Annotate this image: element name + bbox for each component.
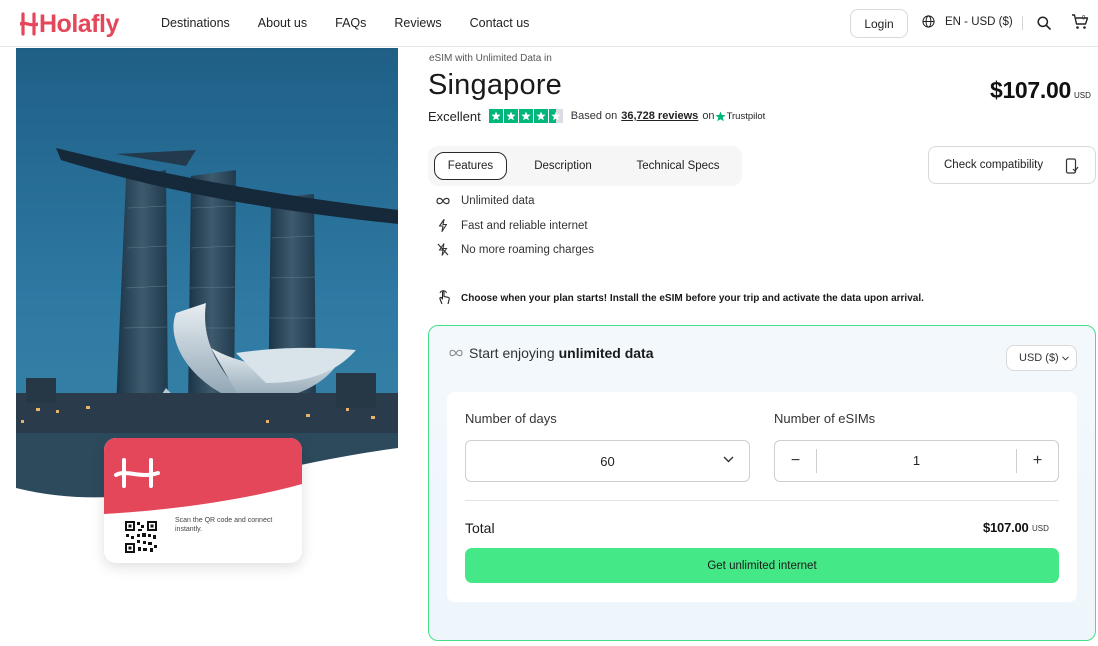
tab-description[interactable]: Description [523, 152, 603, 180]
language-label: EN - USD ($) [945, 15, 1013, 28]
globe-icon [922, 15, 935, 28]
logo-text: Holafly [39, 9, 119, 38]
lightning-icon [436, 219, 450, 232]
star-icon [518, 109, 533, 123]
nav-link-reviews[interactable]: Reviews [394, 16, 441, 30]
main-nav-links: Destinations About us FAQs Reviews Conta… [161, 16, 557, 30]
based-on-text: Based on [570, 110, 618, 122]
holafly-logo[interactable]: Holafly [20, 9, 119, 39]
reviews-count-link[interactable]: 36,728 reviews [621, 110, 698, 122]
esims-quantity-stepper: − 1 + [774, 440, 1059, 482]
trustpilot-name: Trustpilot [726, 110, 766, 122]
rating-stars [488, 109, 563, 123]
plan-heading: Start enjoying unlimited data [449, 345, 654, 361]
days-select[interactable]: 60 [465, 440, 750, 482]
feature-item: No more roaming charges [436, 243, 594, 256]
product-tabs: Features Description Technical Specs [428, 146, 742, 186]
plan-heading-prefix: Start enjoying [469, 345, 555, 361]
rating-label: Excellent [428, 108, 481, 124]
days-value: 60 [600, 453, 615, 469]
plan-heading-bold: unlimited data [558, 345, 654, 361]
nav-link-about-us[interactable]: About us [258, 16, 307, 30]
feature-label: No more roaming charges [461, 243, 594, 256]
feature-label: Fast and reliable internet [461, 219, 588, 232]
nav-link-destinations[interactable]: Destinations [161, 16, 230, 30]
holafly-h-mark-icon [20, 12, 38, 36]
qr-code-icon [124, 520, 158, 554]
feature-item: Unlimited data [436, 195, 535, 207]
decrease-esims-button[interactable]: − [775, 449, 817, 473]
plan-selector-box: Start enjoying unlimited data USD ($) Nu… [428, 325, 1096, 641]
cart-icon[interactable]: 0 [1071, 13, 1089, 31]
total-label: Total [465, 520, 495, 536]
check-compatibility-button[interactable]: Check compatibility [928, 146, 1096, 184]
product-price-unit: USD [1074, 91, 1091, 100]
esims-value: 1 [912, 453, 921, 468]
tab-features[interactable]: Features [434, 152, 507, 180]
nav-link-faqs[interactable]: FAQs [335, 16, 366, 30]
esim-card-header [104, 438, 302, 514]
star-icon [488, 109, 503, 123]
chevron-down-icon [1061, 355, 1069, 361]
check-compatibility-label: Check compatibility [944, 159, 1044, 171]
star-icon [533, 109, 548, 123]
language-currency-selector[interactable]: EN - USD ($) [922, 15, 1013, 28]
total-price-unit: USD [1032, 524, 1049, 533]
product-price: $107.00 [989, 77, 1071, 103]
plan-form: Number of days Number of eSIMs 60 − 1 + … [447, 392, 1077, 602]
increase-esims-button[interactable]: + [1016, 449, 1058, 473]
login-button[interactable]: Login [850, 9, 908, 38]
product-title: Singapore [428, 69, 563, 101]
currency-select[interactable]: USD ($) [1006, 345, 1077, 371]
feature-item: Fast and reliable internet [436, 219, 588, 232]
feature-label: Unlimited data [461, 195, 535, 207]
esim-card-graphic: Scan the QR code and connect instantly. [104, 438, 302, 563]
tab-technical-specs[interactable]: Technical Specs [624, 152, 732, 180]
nav-link-contact-us[interactable]: Contact us [470, 16, 530, 30]
half-star-icon [548, 109, 563, 123]
chevron-down-icon [723, 456, 734, 463]
trustpilot-star-icon [715, 111, 726, 121]
nav-divider [1022, 16, 1023, 30]
days-label: Number of days [465, 411, 557, 426]
top-navigation: Holafly Destinations About us FAQs Revie… [0, 0, 1098, 47]
divider [465, 500, 1059, 501]
qr-instructions-text: Scan the QR code and connect instantly. [175, 517, 273, 533]
search-icon[interactable] [1037, 16, 1051, 30]
plan-start-note: Choose when your plan starts! Install th… [436, 289, 924, 308]
trustpilot-rating: Excellent Based on 36,728 reviews on Tru… [428, 108, 766, 124]
phone-check-icon [1065, 158, 1079, 174]
get-unlimited-internet-button[interactable]: Get unlimited internet [465, 548, 1059, 583]
total-price: $107.00 [983, 520, 1029, 535]
product-eyebrow: eSIM with Unlimited Data in [429, 53, 552, 64]
no-roaming-icon [436, 243, 450, 256]
infinity-icon [449, 349, 463, 357]
tap-hand-icon [436, 289, 452, 308]
on-text: on [702, 110, 715, 122]
plan-start-note-text: Choose when your plan starts! Install th… [461, 293, 924, 304]
currency-select-value: USD ($) [1019, 352, 1059, 364]
star-icon [503, 109, 518, 123]
esims-label: Number of eSIMs [774, 411, 876, 426]
infinity-icon [436, 197, 450, 205]
